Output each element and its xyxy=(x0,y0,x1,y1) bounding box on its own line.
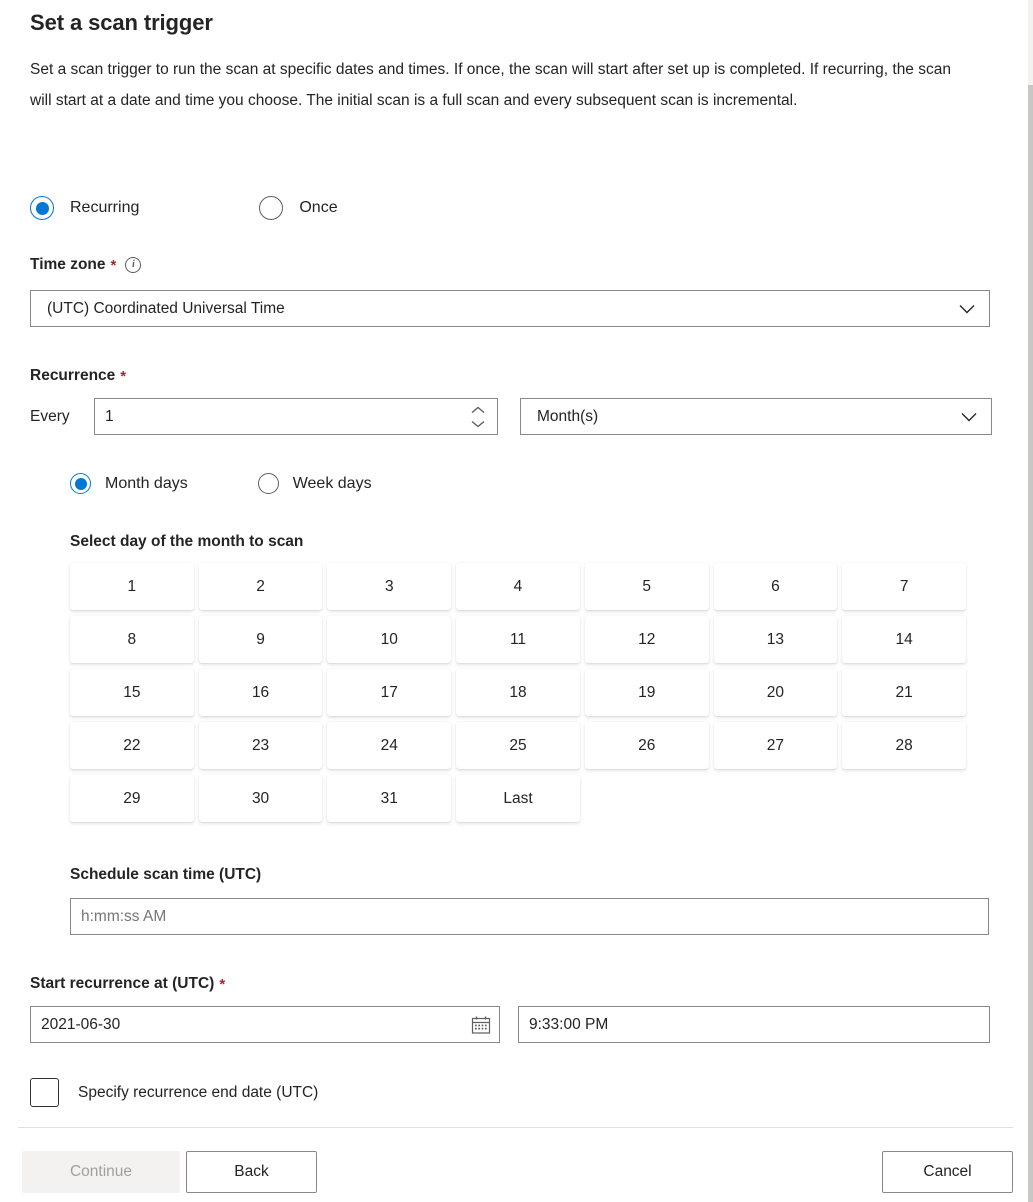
day-type-radio-group: Month days Week days xyxy=(70,473,372,494)
info-icon[interactable]: i xyxy=(125,257,142,273)
day-cell[interactable]: 9 xyxy=(198,616,323,663)
timezone-required-marker: * xyxy=(110,256,117,274)
schedule-scan-time-input[interactable]: h:mm:ss AM xyxy=(70,898,989,935)
day-cell[interactable]: 22 xyxy=(70,722,194,769)
specify-end-date-checkbox[interactable]: Specify recurrence end date (UTC) xyxy=(30,1078,318,1107)
interval-value: 1 xyxy=(105,407,114,425)
radio-once-label: Once xyxy=(299,199,338,216)
day-cell[interactable]: 6 xyxy=(713,563,838,610)
day-cell[interactable]: 25 xyxy=(456,722,580,769)
start-time-input[interactable]: 9:33:00 PM xyxy=(518,1006,990,1043)
stepper-down-icon[interactable] xyxy=(469,419,487,429)
start-recurrence-label: Start recurrence at (UTC) * xyxy=(30,975,225,993)
every-label: Every xyxy=(30,407,70,425)
day-cell[interactable]: 16 xyxy=(198,669,323,716)
quantity-stepper[interactable] xyxy=(459,399,497,434)
day-cell[interactable]: 8 xyxy=(70,616,194,663)
radio-week-days-label: Week days xyxy=(292,474,372,492)
day-cell[interactable]: 21 xyxy=(842,669,966,716)
radio-month-days[interactable]: Month days xyxy=(70,473,188,494)
month-day-grid: 1 2 3 4 5 6 7 8 9 10 11 12 13 14 15 16 17 18 19 20 21 22 23 24 2… xyxy=(70,563,966,822)
start-recurrence-required-marker: * xyxy=(219,975,226,993)
start-date-input[interactable]: 2021-06-30 xyxy=(30,1006,500,1043)
day-cell[interactable]: 5 xyxy=(584,563,709,610)
day-cell[interactable]: 11 xyxy=(456,616,580,663)
day-cell[interactable]: 30 xyxy=(198,775,323,822)
scan-trigger-panel: Set a scan trigger Set a scan trigger to… xyxy=(0,0,1028,1202)
start-recurrence-label-text: Start recurrence at (UTC) xyxy=(30,975,215,992)
page-title: Set a scan trigger xyxy=(30,10,213,35)
day-cell[interactable]: 14 xyxy=(842,616,966,663)
radio-recurring[interactable]: Recurring xyxy=(30,196,139,220)
day-cell[interactable]: 3 xyxy=(327,563,452,610)
radio-month-days-icon xyxy=(70,473,91,494)
radio-week-days-icon xyxy=(257,473,279,494)
timezone-value: (UTC) Coordinated Universal Time xyxy=(47,299,285,317)
day-cell[interactable]: 17 xyxy=(327,669,452,716)
day-cell[interactable]: 12 xyxy=(584,616,709,663)
interval-unit-value: Month(s) xyxy=(537,407,599,425)
day-cell[interactable]: 27 xyxy=(713,722,838,769)
interval-unit-dropdown[interactable]: Month(s) xyxy=(520,398,992,435)
day-cell[interactable]: 15 xyxy=(70,669,194,716)
day-cell[interactable]: 7 xyxy=(842,563,966,610)
day-grid-label: Select day of the month to scan xyxy=(70,533,304,550)
day-cell[interactable]: 29 xyxy=(70,775,194,822)
back-button[interactable]: Back xyxy=(186,1151,317,1193)
day-cell[interactable]: 26 xyxy=(584,722,709,769)
cancel-button[interactable]: Cancel xyxy=(882,1151,1013,1193)
page-description: Set a scan trigger to run the scan at sp… xyxy=(30,61,951,109)
schedule-scan-time-label: Schedule scan time (UTC) xyxy=(70,866,262,883)
timezone-dropdown[interactable]: (UTC) Coordinated Universal Time xyxy=(30,290,990,327)
timezone-label: Time zone * i xyxy=(30,256,142,274)
chevron-down-icon xyxy=(961,412,977,422)
radio-month-days-label: Month days xyxy=(105,474,188,492)
radio-once[interactable]: Once xyxy=(259,196,338,220)
radio-week-days[interactable]: Week days xyxy=(257,473,372,494)
specify-end-date-label: Specify recurrence end date (UTC) xyxy=(78,1083,319,1101)
radio-recurring-icon xyxy=(30,196,54,220)
day-cell[interactable]: 24 xyxy=(327,722,452,769)
day-cell[interactable]: 19 xyxy=(584,669,709,716)
day-cell[interactable]: 31 xyxy=(327,775,452,822)
day-cell[interactable]: 23 xyxy=(198,722,323,769)
day-cell[interactable]: 2 xyxy=(198,563,323,610)
start-recurrence-row: 2021-06-30 9:33:00 PM xyxy=(30,1006,990,1043)
checkbox-icon[interactable] xyxy=(30,1078,59,1107)
scrollbar-track[interactable] xyxy=(1028,0,1033,1202)
trigger-mode-radio-group: Recurring Once xyxy=(30,196,338,220)
panel-content: Set a scan trigger Set a scan trigger to… xyxy=(30,0,990,116)
interval-number-input[interactable]: 1 xyxy=(94,398,498,435)
day-cell[interactable]: 13 xyxy=(713,616,838,663)
day-cell[interactable]: 20 xyxy=(713,669,838,716)
recurrence-required-marker: * xyxy=(120,367,127,385)
timezone-label-text: Time zone xyxy=(30,256,106,273)
day-cell[interactable]: 10 xyxy=(327,616,452,663)
calendar-icon[interactable] xyxy=(471,1015,491,1035)
day-cell[interactable]: 1 xyxy=(70,563,194,610)
start-time-value: 9:33:00 PM xyxy=(529,1015,609,1033)
day-cell[interactable]: 28 xyxy=(842,722,966,769)
continue-button[interactable]: Continue xyxy=(22,1151,180,1193)
day-cell[interactable]: 18 xyxy=(456,669,580,716)
radio-recurring-label: Recurring xyxy=(70,199,140,216)
recurrence-interval-row: Every 1 Month(s) xyxy=(30,398,992,435)
chevron-down-icon xyxy=(959,304,975,314)
schedule-scan-time-placeholder: h:mm:ss AM xyxy=(81,907,167,925)
radio-once-icon xyxy=(259,196,284,220)
start-date-value: 2021-06-30 xyxy=(41,1015,121,1033)
stepper-up-icon[interactable] xyxy=(469,405,487,415)
day-cell[interactable]: 4 xyxy=(456,563,580,610)
recurrence-label: Recurrence * xyxy=(30,367,126,385)
recurrence-label-text: Recurrence xyxy=(30,367,116,384)
day-cell[interactable]: Last xyxy=(456,775,580,822)
scrollbar-thumb[interactable] xyxy=(1028,85,1033,1202)
